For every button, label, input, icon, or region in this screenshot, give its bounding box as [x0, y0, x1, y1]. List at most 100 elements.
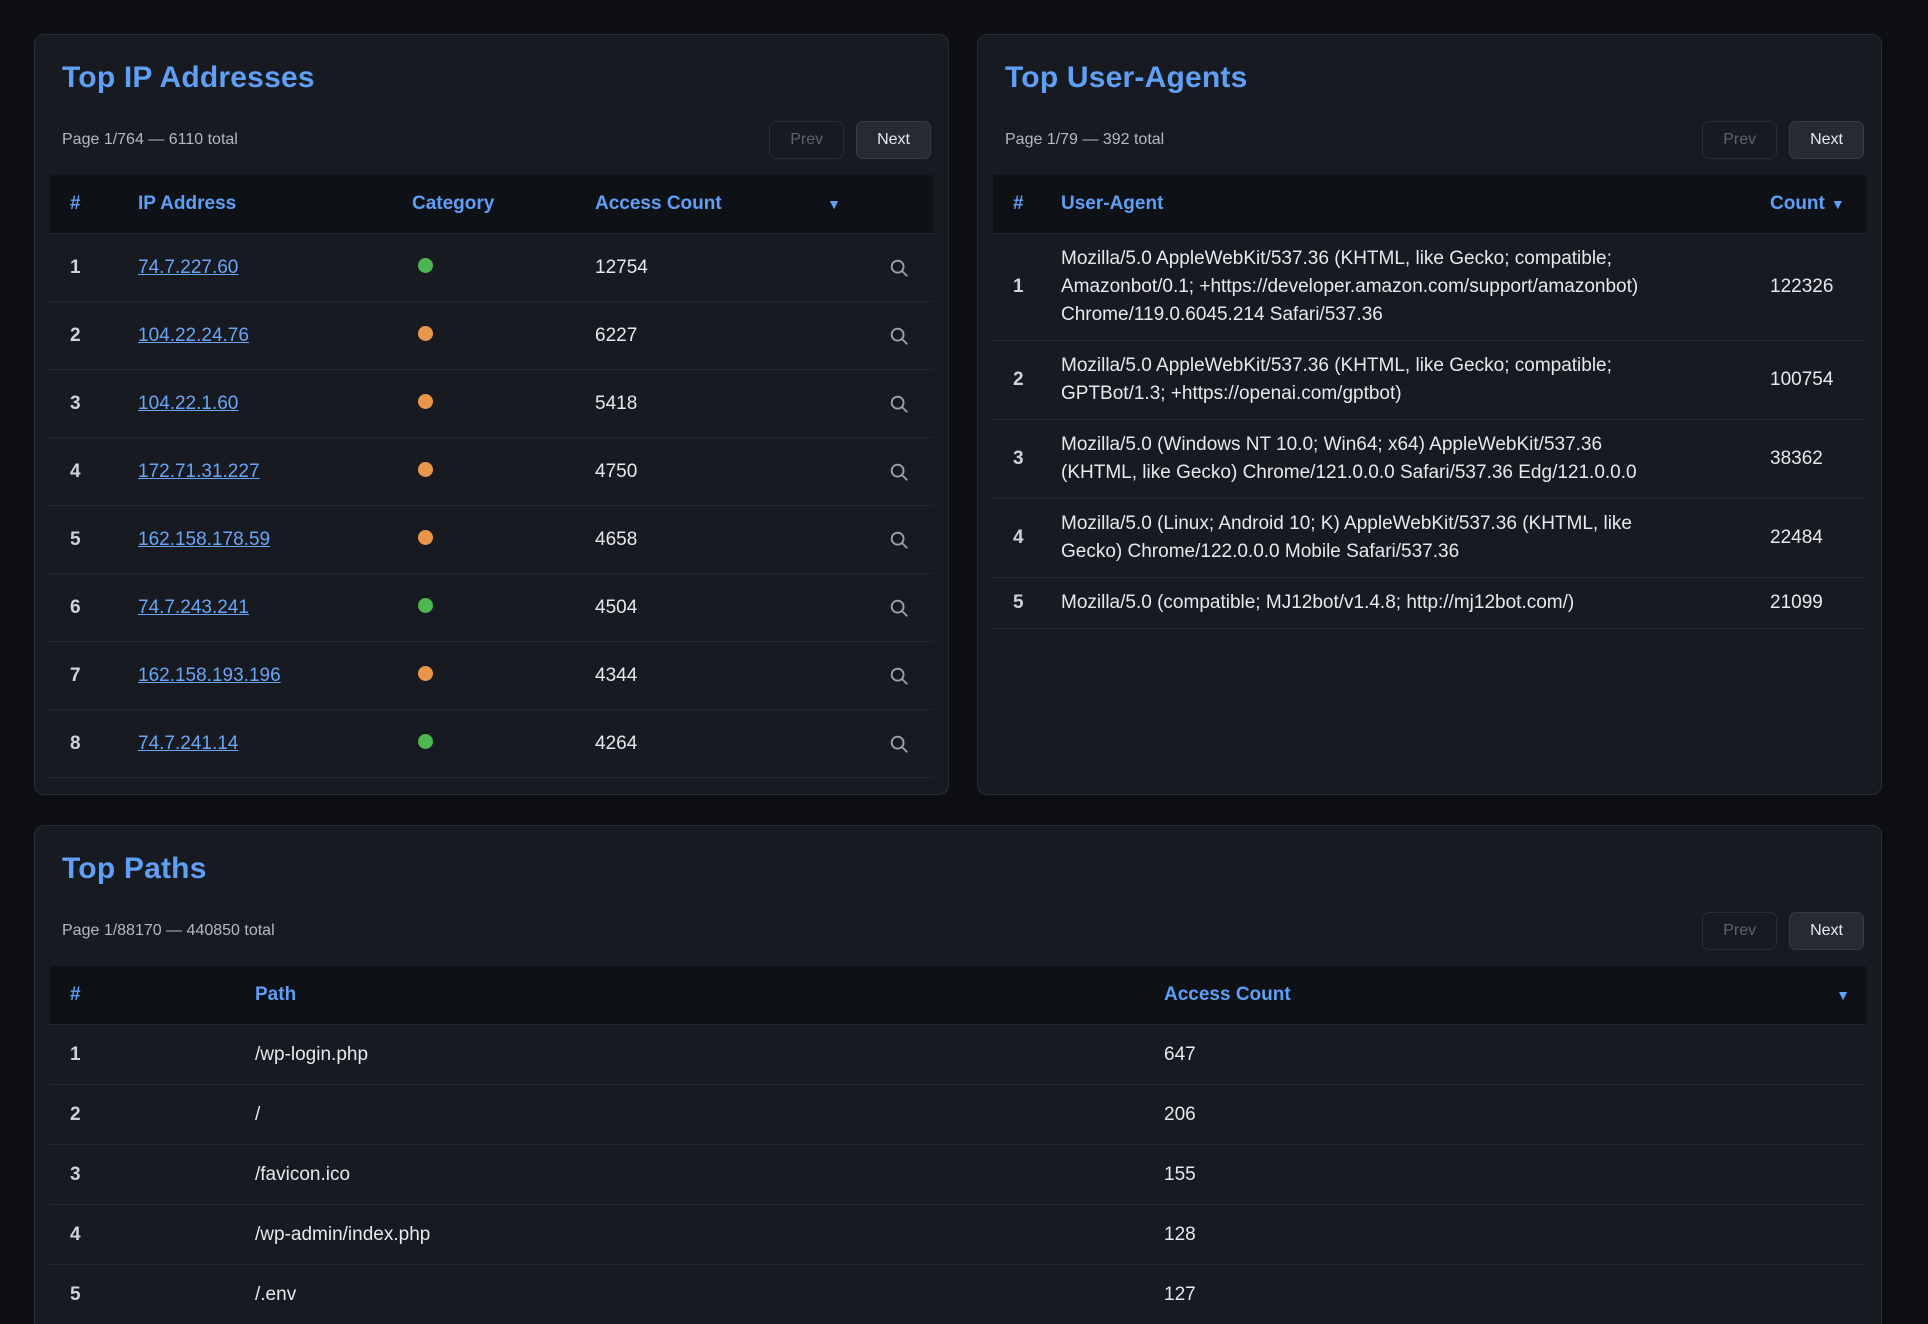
- path-count-value: 128: [1164, 1224, 1866, 1246]
- table-row: 4 /wp-admin/index.php 128: [50, 1205, 1866, 1265]
- path-value: /wp-admin/index.php: [255, 1224, 1164, 1246]
- ua-count-value: 22484: [1770, 527, 1866, 549]
- ip-next-button[interactable]: Next: [856, 121, 931, 159]
- user-agent-string: Mozilla/5.0 (Linux; Android 10; K) Apple…: [1061, 510, 1661, 566]
- path-value: /.env: [255, 1284, 1164, 1306]
- magnifier-icon: [888, 539, 910, 554]
- ip-link[interactable]: 74.7.241.14: [138, 733, 238, 754]
- ip-link[interactable]: 74.7.243.241: [138, 597, 249, 618]
- ip-table: # IP Address Category Access Count ▼ 1 7…: [50, 175, 933, 778]
- access-count-value: 4504: [595, 597, 865, 619]
- ua-table-header: # User-Agent Count ▼: [993, 175, 1866, 234]
- category-dot: [418, 258, 433, 273]
- ua-count-value: 38362: [1770, 448, 1866, 470]
- paths-prev-button[interactable]: Prev: [1702, 912, 1777, 950]
- ip-link[interactable]: 162.158.193.196: [138, 665, 281, 686]
- panel-title-user-agents: Top User-Agents: [1005, 61, 1866, 95]
- access-count-value: 4658: [595, 529, 865, 551]
- ip-prev-button[interactable]: Prev: [769, 121, 844, 159]
- inspect-ip-button[interactable]: [884, 661, 914, 691]
- inspect-ip-button[interactable]: [884, 389, 914, 419]
- path-count-value: 647: [1164, 1044, 1866, 1066]
- ua-table: # User-Agent Count ▼ 1 Mozilla/5.0 Apple…: [993, 175, 1866, 629]
- paths-header-access-count[interactable]: Access Count ▼: [1164, 984, 1866, 1006]
- user-agent-string: Mozilla/5.0 (compatible; MJ12bot/v1.4.8;…: [1061, 589, 1661, 617]
- inspect-ip-button[interactable]: [884, 253, 914, 283]
- category-dot: [418, 666, 433, 681]
- sort-desc-icon[interactable]: ▼: [827, 196, 841, 212]
- ua-pagination-text: Page 1/79 — 392 total: [1005, 131, 1164, 149]
- ip-link[interactable]: 104.22.24.76: [138, 325, 249, 346]
- ip-link[interactable]: 104.22.1.60: [138, 393, 238, 414]
- ip-link[interactable]: 74.7.227.60: [138, 257, 238, 278]
- path-count-value: 206: [1164, 1104, 1866, 1126]
- panel-top-ip-addresses: Top IP Addresses Page 1/764 — 6110 total…: [34, 34, 949, 795]
- ip-link[interactable]: 162.158.178.59: [138, 529, 270, 550]
- ua-count-value: 100754: [1770, 369, 1866, 391]
- ip-header-access-count[interactable]: Access Count ▼: [595, 193, 865, 215]
- ip-pagination-bar: Page 1/764 — 6110 total Prev Next: [62, 121, 931, 159]
- ua-header-rank: #: [993, 193, 1061, 215]
- inspect-ip-button[interactable]: [884, 525, 914, 555]
- access-count-value: 6227: [595, 325, 865, 347]
- panel-title-paths: Top Paths: [62, 852, 1866, 886]
- ip-pagination-text: Page 1/764 — 6110 total: [62, 131, 238, 149]
- inspect-ip-button[interactable]: [884, 729, 914, 759]
- paths-pagination-text: Page 1/88170 — 440850 total: [62, 922, 275, 940]
- ua-count-value: 21099: [1770, 592, 1866, 614]
- ua-header-count[interactable]: Count ▼: [1770, 193, 1866, 215]
- table-row: 6 74.7.243.241 4504: [50, 574, 933, 642]
- ip-header-rank: #: [50, 193, 138, 215]
- user-agent-string: Mozilla/5.0 (Windows NT 10.0; Win64; x64…: [1061, 431, 1661, 487]
- access-count-value: 5418: [595, 393, 865, 415]
- panel-top-user-agents: Top User-Agents Page 1/79 — 392 total Pr…: [977, 34, 1882, 795]
- table-row: 5 Mozilla/5.0 (compatible; MJ12bot/v1.4.…: [993, 578, 1866, 629]
- paths-next-button[interactable]: Next: [1789, 912, 1864, 950]
- table-row: 7 162.158.193.196 4344: [50, 642, 933, 710]
- ua-header-agent: User-Agent: [1061, 193, 1770, 215]
- panel-title-ip: Top IP Addresses: [62, 61, 933, 95]
- paths-pagination-bar: Page 1/88170 — 440850 total Prev Next: [62, 912, 1864, 950]
- category-dot: [418, 598, 433, 613]
- ua-count-value: 122326: [1770, 276, 1866, 298]
- ip-header-ip: IP Address: [138, 193, 412, 215]
- table-row: 5 /.env 127: [50, 1265, 1866, 1324]
- paths-table-header: # Path Access Count ▼: [50, 966, 1866, 1025]
- ua-prev-button[interactable]: Prev: [1702, 121, 1777, 159]
- path-value: /favicon.ico: [255, 1164, 1164, 1186]
- ip-link[interactable]: 172.71.31.227: [138, 461, 260, 482]
- category-dot: [418, 462, 433, 477]
- ip-table-header: # IP Address Category Access Count ▼: [50, 175, 933, 234]
- magnifier-icon: [888, 743, 910, 758]
- top-row: Top IP Addresses Page 1/764 — 6110 total…: [34, 34, 1882, 795]
- table-row: 8 74.7.241.14 4264: [50, 710, 933, 778]
- inspect-ip-button[interactable]: [884, 457, 914, 487]
- sort-desc-icon[interactable]: ▼: [1836, 987, 1850, 1003]
- path-value: /: [255, 1104, 1164, 1126]
- user-agent-string: Mozilla/5.0 AppleWebKit/537.36 (KHTML, l…: [1061, 352, 1661, 408]
- path-count-value: 155: [1164, 1164, 1866, 1186]
- category-dot: [418, 394, 433, 409]
- panel-top-paths: Top Paths Page 1/88170 — 440850 total Pr…: [34, 825, 1882, 1324]
- magnifier-icon: [888, 607, 910, 622]
- sort-desc-icon[interactable]: ▼: [1831, 196, 1845, 212]
- table-row: 2 / 206: [50, 1085, 1866, 1145]
- inspect-ip-button[interactable]: [884, 321, 914, 351]
- paths-header-path: Path: [255, 984, 1164, 1006]
- inspect-ip-button[interactable]: [884, 593, 914, 623]
- paths-table: # Path Access Count ▼ 1 /wp-login.php 64…: [50, 966, 1866, 1324]
- ip-header-category: Category: [412, 193, 595, 215]
- table-row: 1 74.7.227.60 12754: [50, 234, 933, 302]
- table-row: 1 Mozilla/5.0 AppleWebKit/537.36 (KHTML,…: [993, 234, 1866, 341]
- access-count-value: 4344: [595, 665, 865, 687]
- category-dot: [418, 734, 433, 749]
- ua-pagination-bar: Page 1/79 — 392 total Prev Next: [1005, 121, 1864, 159]
- ua-next-button[interactable]: Next: [1789, 121, 1864, 159]
- path-value: /wp-login.php: [255, 1044, 1164, 1066]
- table-row: 3 104.22.1.60 5418: [50, 370, 933, 438]
- table-row: 3 Mozilla/5.0 (Windows NT 10.0; Win64; x…: [993, 420, 1866, 499]
- magnifier-icon: [888, 335, 910, 350]
- magnifier-icon: [888, 267, 910, 282]
- paths-header-rank: #: [50, 984, 255, 1006]
- category-dot: [418, 326, 433, 341]
